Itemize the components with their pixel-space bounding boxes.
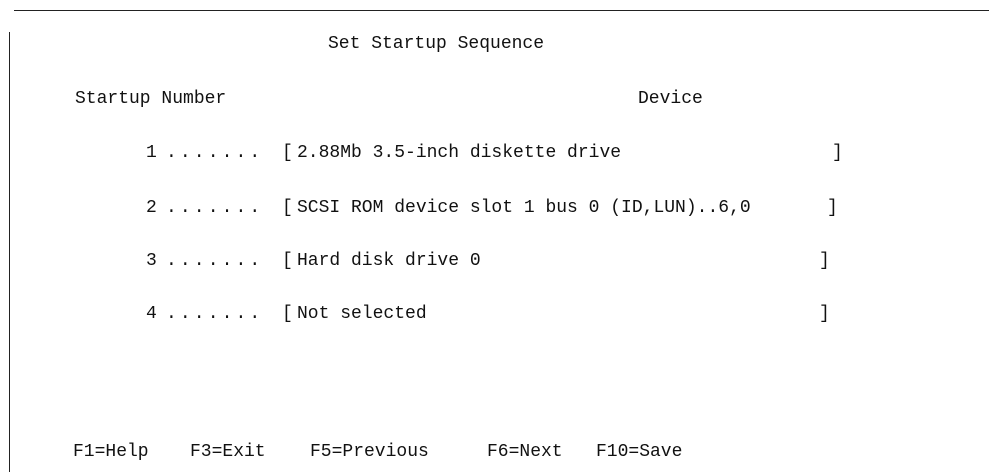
open-bracket: [: [282, 143, 293, 163]
f5-previous-key[interactable]: F5=Previous: [310, 441, 429, 463]
close-bracket: ]: [819, 251, 830, 271]
f1-help-key[interactable]: F1=Help: [73, 441, 149, 463]
device-select-field[interactable]: [ SCSI ROM device slot 1 bus 0 (ID,LUN).…: [282, 197, 842, 221]
device-value: 2.88Mb 3.5-inch diskette drive: [297, 143, 622, 163]
device-value: SCSI ROM device slot 1 bus 0 (ID,LUN)..6…: [297, 198, 751, 218]
device-select-field[interactable]: [ Hard disk drive 0 ]: [282, 250, 842, 274]
function-key-bar: F1=Help F3=Exit F5=Previous F6=Next F10=…: [0, 441, 1000, 465]
leader-dots: .......: [166, 251, 264, 271]
top-border-line: [14, 10, 989, 11]
startup-number: 1: [146, 143, 157, 163]
device-value: Hard disk drive 0: [297, 251, 481, 271]
startup-row: 3 ....... [ Hard disk drive 0 ]: [0, 250, 1000, 274]
leader-dots: .......: [166, 143, 264, 163]
close-bracket: ]: [819, 304, 830, 324]
open-bracket: [: [282, 251, 293, 271]
f10-save-key[interactable]: F10=Save: [596, 441, 682, 463]
f3-exit-key[interactable]: F3=Exit: [190, 441, 266, 463]
open-bracket: [: [282, 198, 293, 218]
open-bracket: [: [282, 304, 293, 324]
startup-number: 4: [146, 304, 157, 324]
startup-row: 2 ....... [ SCSI ROM device slot 1 bus 0…: [0, 197, 1000, 221]
column-header-device: Device: [638, 89, 703, 109]
startup-row: 1 ....... [ 2.88Mb 3.5-inch diskette dri…: [0, 142, 1000, 166]
close-bracket: ]: [827, 198, 838, 218]
close-bracket: ]: [832, 143, 843, 163]
startup-number: 3: [146, 251, 157, 271]
f6-next-key[interactable]: F6=Next: [487, 441, 563, 463]
leader-dots: .......: [166, 198, 264, 218]
startup-number: 2: [146, 198, 157, 218]
startup-row: 4 ....... [ Not selected ]: [0, 303, 1000, 327]
column-header-startup-number: Startup Number: [75, 89, 227, 109]
device-select-field[interactable]: [ 2.88Mb 3.5-inch diskette drive ]: [282, 142, 843, 166]
device-value: Not selected: [297, 304, 427, 324]
device-select-field[interactable]: [ Not selected ]: [282, 303, 842, 327]
screen-title: Set Startup Sequence: [328, 34, 545, 54]
leader-dots: .......: [166, 304, 264, 324]
